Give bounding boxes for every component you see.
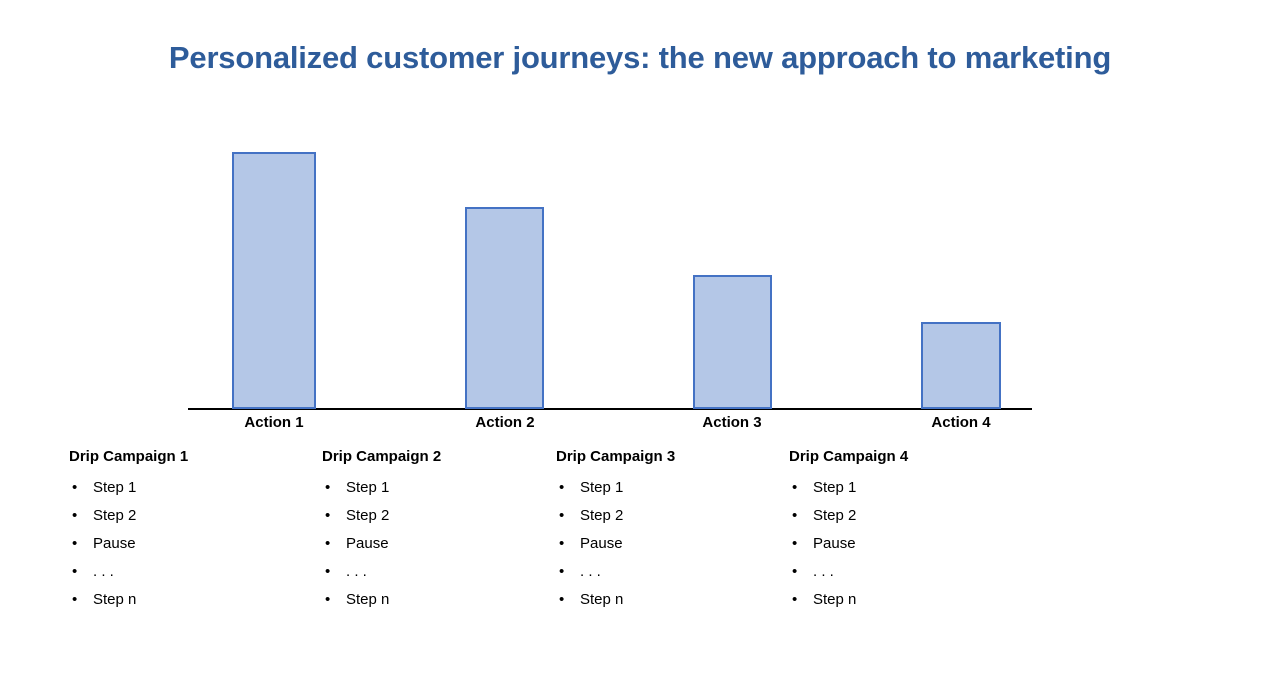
step-label: Step 1	[580, 479, 624, 496]
drip-campaign-title: Drip Campaign 3	[556, 448, 676, 465]
list-item: • Pause	[789, 530, 1029, 558]
bar-chart: Action 1 Action 2 Action 3 Action 4	[0, 0, 1280, 440]
step-label: Pause	[346, 535, 389, 552]
list-item: • Step 1	[69, 474, 309, 502]
drip-campaign-step-list: • Step 1 • Step 2 • Pause • . . . • Step n	[556, 474, 796, 614]
step-label: . . .	[580, 563, 601, 580]
bullet-icon: •	[325, 535, 331, 552]
bullet-icon: •	[559, 479, 565, 496]
step-label: Step 2	[813, 507, 857, 524]
step-label: Step 1	[346, 479, 390, 496]
list-item: • Step n	[322, 586, 562, 614]
bullet-icon: •	[72, 507, 78, 524]
bullet-icon: •	[325, 479, 331, 496]
list-item: • Pause	[322, 530, 562, 558]
bullet-icon: •	[792, 507, 798, 524]
list-item: • Step 1	[556, 474, 796, 502]
step-label: . . .	[346, 563, 367, 580]
bullet-icon: •	[325, 563, 331, 580]
bullet-icon: •	[559, 507, 565, 524]
bullet-icon: •	[72, 535, 78, 552]
step-label: Pause	[93, 535, 136, 552]
list-item: • Pause	[69, 530, 309, 558]
step-label: . . .	[813, 563, 834, 580]
list-item: • Step 2	[322, 502, 562, 530]
bullet-icon: •	[72, 479, 78, 496]
step-label: Step n	[580, 591, 624, 608]
bullet-icon: •	[559, 591, 565, 608]
step-label: Step 2	[346, 507, 390, 524]
list-item: • Step n	[789, 586, 1029, 614]
list-item: • Step 1	[322, 474, 562, 502]
step-label: Step 2	[93, 507, 137, 524]
list-item: • . . .	[69, 558, 309, 586]
list-item: • Step 1	[789, 474, 1029, 502]
bullet-icon: •	[559, 563, 565, 580]
bar-label-action-1: Action 1	[244, 414, 304, 431]
bullet-icon: •	[325, 591, 331, 608]
drip-campaign-column-3: Drip Campaign 3 • Step 1 • Step 2 • Pause •…	[556, 448, 796, 614]
bar-action-3	[693, 275, 772, 409]
bullet-icon: •	[72, 563, 78, 580]
bar-action-1	[232, 152, 316, 409]
drip-campaign-column-1: Drip Campaign 1 • Step 1 • Step 2 • Pause •…	[69, 448, 309, 614]
drip-campaign-title: Drip Campaign 1	[69, 448, 189, 465]
bullet-icon: •	[792, 591, 798, 608]
bullet-icon: •	[559, 535, 565, 552]
bar-action-2	[465, 207, 544, 409]
list-item: • Step 2	[789, 502, 1029, 530]
step-label: Step 1	[813, 479, 857, 496]
list-item: • Pause	[556, 530, 796, 558]
bar-label-action-4: Action 4	[931, 414, 991, 431]
bullet-icon: •	[792, 563, 798, 580]
list-item: • . . .	[556, 558, 796, 586]
list-item: • Step n	[556, 586, 796, 614]
bullet-icon: •	[792, 479, 798, 496]
drip-campaign-columns: Drip Campaign 1 • Step 1 • Step 2 • Pause •…	[0, 448, 1280, 628]
bullet-icon: •	[792, 535, 798, 552]
drip-campaign-step-list: • Step 1 • Step 2 • Pause • . . . • Step n	[789, 474, 1029, 614]
step-label: Step n	[813, 591, 857, 608]
step-label: Pause	[580, 535, 623, 552]
drip-campaign-title: Drip Campaign 4	[789, 448, 909, 465]
list-item: • Step 2	[556, 502, 796, 530]
list-item: • . . .	[322, 558, 562, 586]
drip-campaign-title: Drip Campaign 2	[322, 448, 442, 465]
list-item: • Step 2	[69, 502, 309, 530]
drip-campaign-column-2: Drip Campaign 2 • Step 1 • Step 2 • Pause •…	[322, 448, 562, 614]
step-label: Pause	[813, 535, 856, 552]
step-label: Step n	[93, 591, 137, 608]
list-item: • . . .	[789, 558, 1029, 586]
bar-action-4	[921, 322, 1001, 409]
bar-label-action-2: Action 2	[475, 414, 535, 431]
bullet-icon: •	[72, 591, 78, 608]
step-label: Step n	[346, 591, 390, 608]
step-label: . . .	[93, 563, 114, 580]
step-label: Step 1	[93, 479, 137, 496]
drip-campaign-column-4: Drip Campaign 4 • Step 1 • Step 2 • Pause •…	[789, 448, 1029, 614]
bar-label-action-3: Action 3	[702, 414, 762, 431]
bullet-icon: •	[325, 507, 331, 524]
step-label: Step 2	[580, 507, 624, 524]
drip-campaign-step-list: • Step 1 • Step 2 • Pause • . . . • Step n	[322, 474, 562, 614]
list-item: • Step n	[69, 586, 309, 614]
drip-campaign-step-list: • Step 1 • Step 2 • Pause • . . . • Step n	[69, 474, 309, 614]
